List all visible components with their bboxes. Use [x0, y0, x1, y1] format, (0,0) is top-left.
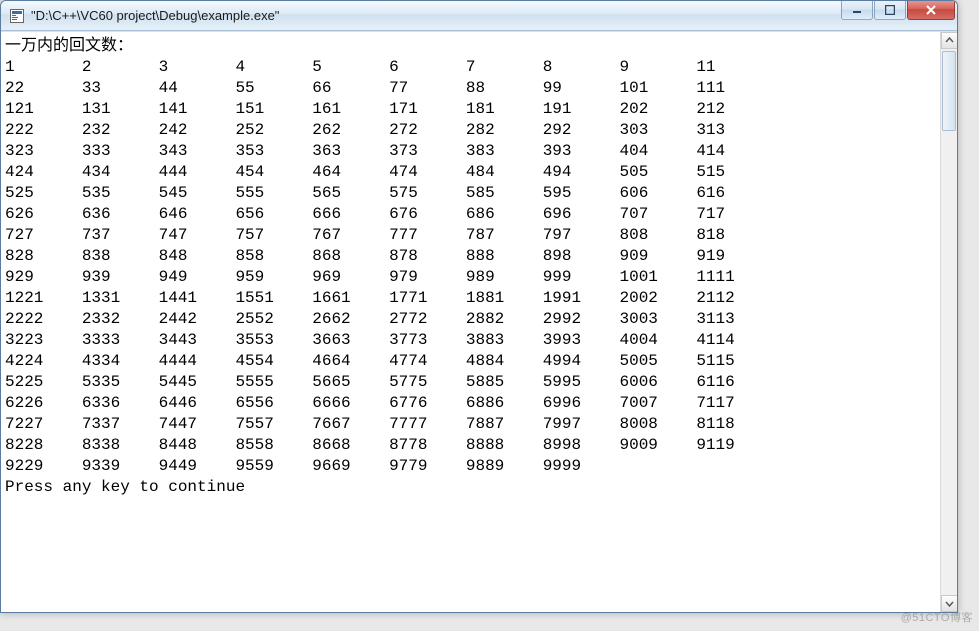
scroll-track[interactable]: [941, 49, 957, 595]
close-button[interactable]: [907, 0, 955, 20]
close-icon: [925, 5, 937, 15]
minimize-button[interactable]: [841, 0, 873, 20]
console-window: "D:\C++\VC60 project\Debug\example.exe" …: [0, 0, 958, 613]
window-title: "D:\C++\VC60 project\Debug\example.exe": [31, 8, 279, 23]
chevron-down-icon: [945, 599, 954, 608]
watermark: @51CTO博客: [901, 609, 973, 625]
chevron-up-icon: [945, 36, 954, 45]
vertical-scrollbar[interactable]: [940, 32, 957, 612]
minimize-icon: [852, 5, 862, 15]
console-output: 一万内的回文数： 1 2 3 4 5 6 7 8 9 11 22 33 44 5…: [1, 32, 940, 612]
scroll-up-button[interactable]: [941, 32, 957, 49]
console-app-icon: [9, 8, 25, 24]
scroll-thumb[interactable]: [942, 51, 956, 131]
titlebar[interactable]: "D:\C++\VC60 project\Debug\example.exe": [1, 1, 957, 31]
window-controls: [840, 1, 955, 30]
client-area: 一万内的回文数： 1 2 3 4 5 6 7 8 9 11 22 33 44 5…: [1, 31, 957, 612]
maximize-icon: [885, 5, 895, 15]
maximize-button[interactable]: [874, 0, 906, 20]
